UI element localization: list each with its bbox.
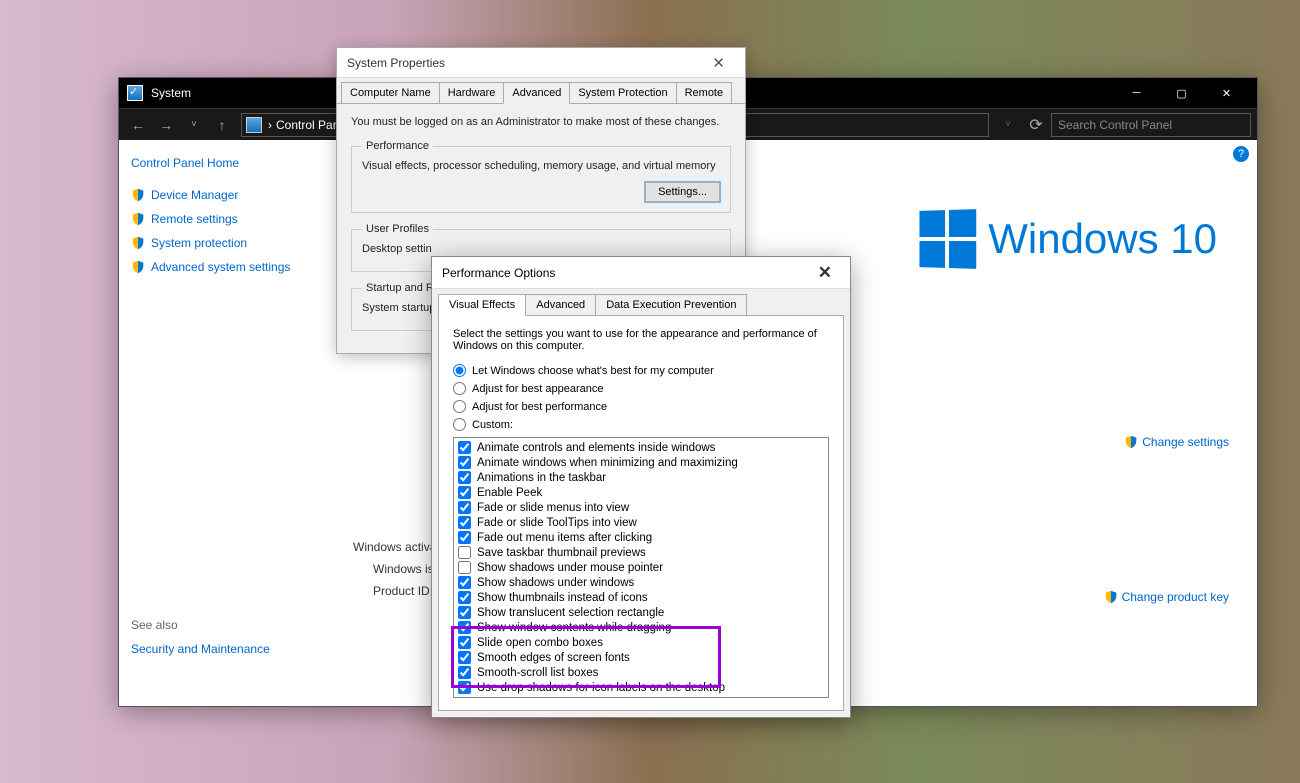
- windows-10-text: Windows 10: [988, 215, 1217, 263]
- back-button[interactable]: ←: [125, 112, 151, 138]
- po-check-8[interactable]: Show shadows under mouse pointer: [458, 560, 824, 575]
- close-button[interactable]: ✕: [1204, 78, 1249, 108]
- po-tab-visual effects[interactable]: Visual Effects: [438, 294, 526, 316]
- po-tab-data execution prevention[interactable]: Data Execution Prevention: [595, 294, 747, 316]
- shield-icon: [131, 236, 145, 250]
- po-radio-1[interactable]: Adjust for best appearance: [453, 382, 829, 395]
- po-check-5[interactable]: Fade or slide ToolTips into view: [458, 515, 824, 530]
- po-tabstrip: Visual EffectsAdvancedData Execution Pre…: [432, 289, 850, 316]
- sidebar-link-2[interactable]: System protection: [131, 236, 317, 250]
- po-check-0[interactable]: Animate controls and elements inside win…: [458, 440, 824, 455]
- po-check-2[interactable]: Animations in the taskbar: [458, 470, 824, 485]
- security-maintenance-link[interactable]: Security and Maintenance: [131, 642, 331, 656]
- po-check-9[interactable]: Show shadows under windows: [458, 575, 824, 590]
- windows-10-logo: Windows 10: [918, 210, 1217, 268]
- control-panel-icon: [246, 117, 262, 133]
- up-button[interactable]: ↑: [209, 112, 235, 138]
- system-icon: [127, 85, 143, 101]
- shield-icon: [131, 260, 145, 274]
- po-check-1[interactable]: Animate windows when minimizing and maxi…: [458, 455, 824, 470]
- sp-admin-message: You must be logged on as an Administrato…: [351, 116, 731, 128]
- maximize-button[interactable]: ▢: [1159, 78, 1204, 108]
- po-check-7[interactable]: Save taskbar thumbnail previews: [458, 545, 824, 560]
- performance-options-dialog: Performance Options ✕ Visual EffectsAdva…: [431, 256, 851, 718]
- po-check-6[interactable]: Fade out menu items after clicking: [458, 530, 824, 545]
- sp-title-text: System Properties: [347, 56, 445, 70]
- sp-tab-system protection[interactable]: System Protection: [569, 82, 676, 103]
- system-title: System: [151, 86, 191, 100]
- left-panel: Control Panel Home Device Manager Remote …: [119, 140, 329, 706]
- po-titlebar[interactable]: Performance Options ✕: [432, 257, 850, 289]
- sp-tab-computer name[interactable]: Computer Name: [341, 82, 440, 103]
- see-also-label: See also: [131, 618, 331, 632]
- cp-home-link[interactable]: Control Panel Home: [131, 156, 317, 170]
- help-icon[interactable]: ?: [1233, 146, 1249, 162]
- sp-group-0: PerformanceVisual effects, processor sch…: [351, 140, 731, 213]
- search-placeholder: Search Control Panel: [1058, 118, 1172, 132]
- sp-tab-hardware[interactable]: Hardware: [439, 82, 505, 103]
- close-icon[interactable]: ✕: [810, 259, 840, 287]
- forward-button[interactable]: →: [153, 112, 179, 138]
- shield-icon: [131, 188, 145, 202]
- sidebar-link-1[interactable]: Remote settings: [131, 212, 317, 226]
- change-product-key-link[interactable]: Change product key: [1104, 590, 1229, 604]
- po-radio-3[interactable]: Custom:: [453, 418, 829, 431]
- po-tab-advanced[interactable]: Advanced: [525, 294, 596, 316]
- search-input[interactable]: Search Control Panel: [1051, 113, 1251, 137]
- close-icon[interactable]: ✕: [702, 50, 735, 76]
- po-title-text: Performance Options: [442, 266, 555, 280]
- po-check-14[interactable]: Smooth edges of screen fonts: [458, 650, 824, 665]
- po-check-13[interactable]: Slide open combo boxes: [458, 635, 824, 650]
- po-radio-2[interactable]: Adjust for best performance: [453, 400, 829, 413]
- sp-tab-remote[interactable]: Remote: [676, 82, 733, 103]
- po-message: Select the settings you want to use for …: [453, 328, 829, 352]
- po-check-4[interactable]: Fade or slide menus into view: [458, 500, 824, 515]
- path-dropdown[interactable]: ˅: [995, 112, 1021, 138]
- po-check-11[interactable]: Show translucent selection rectangle: [458, 605, 824, 620]
- dropdown-arrow[interactable]: ˅: [181, 112, 207, 138]
- windows-logo-icon: [920, 209, 977, 269]
- minimize-button[interactable]: ─: [1114, 78, 1159, 108]
- po-check-3[interactable]: Enable Peek: [458, 485, 824, 500]
- sp-tabstrip: Computer NameHardwareAdvancedSystem Prot…: [337, 78, 745, 104]
- po-check-10[interactable]: Show thumbnails instead of icons: [458, 590, 824, 605]
- sidebar-link-0[interactable]: Device Manager: [131, 188, 317, 202]
- po-check-16[interactable]: Use drop shadows for icon labels on the …: [458, 680, 824, 695]
- sidebar-link-3[interactable]: Advanced system settings: [131, 260, 317, 274]
- change-settings-link[interactable]: Change settings: [1124, 435, 1229, 449]
- settings-button[interactable]: Settings...: [645, 182, 720, 202]
- po-check-12[interactable]: Show window contents while dragging: [458, 620, 824, 635]
- visual-effects-checklist: Animate controls and elements inside win…: [453, 437, 829, 698]
- shield-icon: [131, 212, 145, 226]
- shield-icon: [1124, 435, 1138, 449]
- sp-tab-advanced[interactable]: Advanced: [503, 82, 570, 104]
- po-check-15[interactable]: Smooth-scroll list boxes: [458, 665, 824, 680]
- po-radio-0[interactable]: Let Windows choose what's best for my co…: [453, 364, 829, 377]
- shield-icon: [1104, 590, 1118, 604]
- sp-titlebar[interactable]: System Properties ✕: [337, 48, 745, 78]
- refresh-button[interactable]: ⟳: [1023, 112, 1049, 138]
